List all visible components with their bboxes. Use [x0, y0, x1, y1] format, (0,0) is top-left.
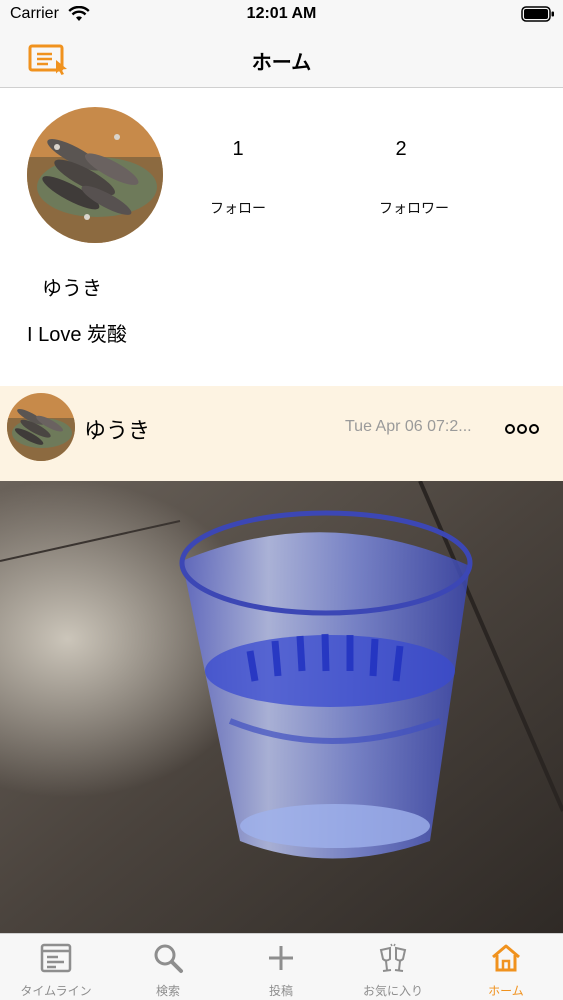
profile-bio: I Love 炭酸 [27, 324, 128, 346]
follower-count[interactable]: 2 [341, 138, 461, 161]
plus-icon [269, 946, 293, 970]
profile-name: ゆうき [42, 278, 102, 300]
profile-avatar[interactable] [27, 107, 163, 243]
home-screen: Carrier 12:01 AM ホーム 1 フォロー 2 フォロワー ゆうき … [0, 0, 563, 1000]
tab-bar: タイムライン 検索 投稿 お気に入り ホーム [0, 933, 563, 1000]
tab-label: 投稿 [268, 984, 293, 998]
page-title: ホーム [251, 52, 312, 74]
follow-label[interactable]: フォロー [168, 198, 308, 218]
post-avatar[interactable] [7, 393, 75, 461]
tab-timeline[interactable]: タイムライン [0, 934, 112, 1000]
status-bar: Carrier 12:01 AM [0, 0, 563, 30]
home-icon [492, 944, 520, 972]
post-username[interactable]: ゆうき [84, 413, 150, 445]
follow-count[interactable]: 1 [178, 138, 298, 161]
post-header: ゆうき Tue Apr 06 07:2... [0, 386, 563, 481]
navigation-bar: ホーム [0, 30, 563, 88]
timeline-icon [40, 943, 72, 973]
tab-label: 検索 [155, 984, 180, 998]
tab-search[interactable]: 検索 [112, 934, 224, 1000]
post-timestamp: Tue Apr 06 07:2... [345, 418, 472, 435]
battery-icon [521, 6, 554, 22]
follower-label[interactable]: フォロワー [344, 198, 484, 218]
more-dots-icon[interactable] [505, 422, 539, 436]
tab-home[interactable]: ホーム [450, 934, 562, 1000]
tab-label: お気に入り [362, 984, 423, 998]
post-image[interactable] [0, 481, 563, 933]
clock: 12:01 AM [246, 5, 317, 22]
tab-label: ホーム [488, 984, 524, 998]
cheers-glasses-icon [379, 943, 407, 972]
tab-favorites[interactable]: お気に入り [337, 934, 449, 1000]
tab-label: タイムライン [20, 984, 92, 998]
tab-post[interactable]: 投稿 [225, 934, 337, 1000]
search-icon [154, 944, 183, 973]
